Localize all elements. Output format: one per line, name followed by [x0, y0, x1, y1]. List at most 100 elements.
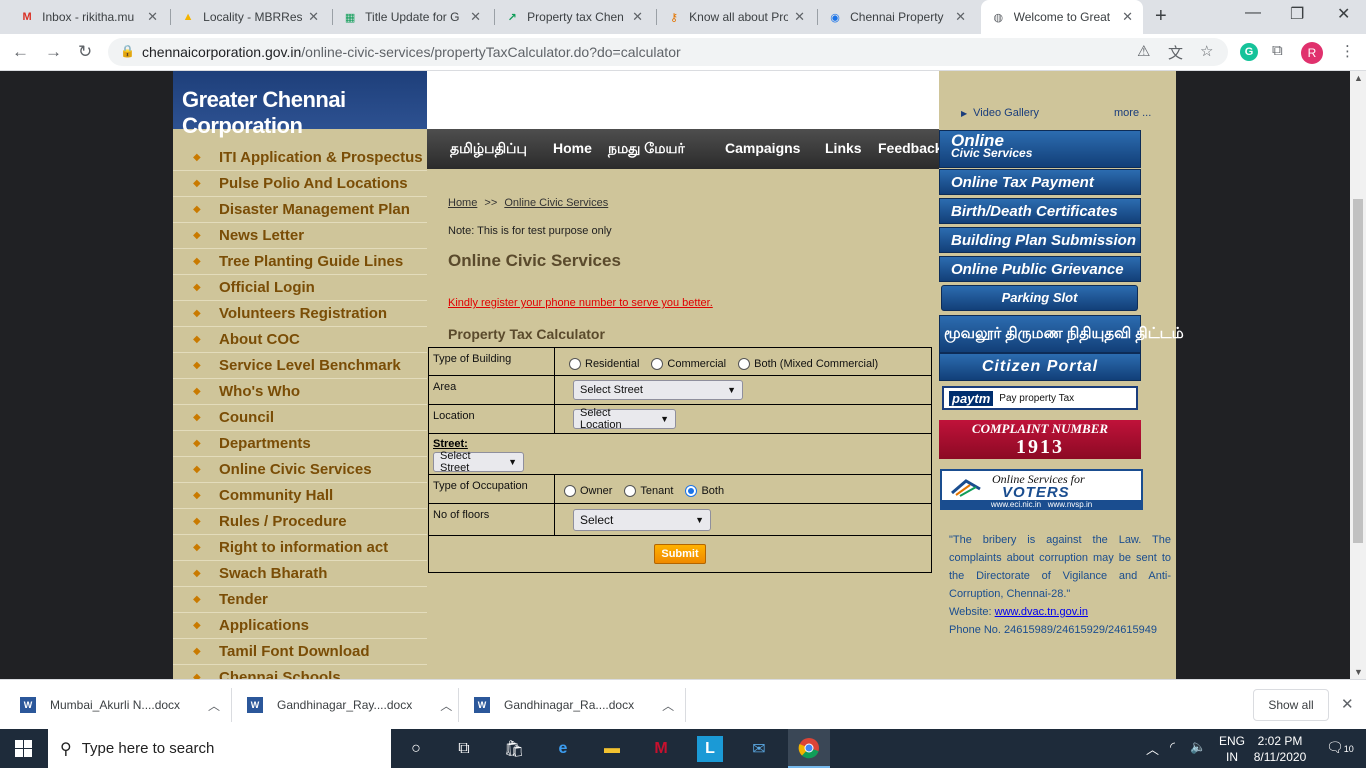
close-tab-icon[interactable]: ✕: [308, 9, 319, 25]
browser-tab[interactable]: ↗ Property tax Chen ✕: [495, 0, 653, 34]
browser-tab[interactable]: M Inbox - rikitha.mu ✕: [10, 0, 168, 34]
area-select[interactable]: Select Street ▼: [573, 380, 743, 400]
floors-select[interactable]: Select ▼: [573, 508, 711, 531]
show-all-button[interactable]: Show all: [1253, 689, 1329, 721]
browser-tab[interactable]: ⚷ Know all about Pro ✕: [657, 0, 815, 34]
close-downloads-icon[interactable]: ✕: [1341, 695, 1354, 713]
tamil-scheme-banner[interactable]: மூவலூர் திருமண நிதியுதவி திட்டம்: [939, 315, 1184, 353]
breadcrumb-home[interactable]: Home: [448, 197, 477, 209]
occupation-radio[interactable]: [564, 485, 576, 497]
register-phone-link[interactable]: Kindly register your phone number to ser…: [448, 297, 713, 309]
left-menu-item[interactable]: ◆ ITI Application & Prospectus: [173, 145, 427, 171]
voters-banner[interactable]: Online Services for VOTERS www.eci.nic.i…: [940, 469, 1143, 510]
close-tab-icon[interactable]: ✕: [1122, 9, 1133, 25]
occupation-radio[interactable]: [624, 485, 637, 497]
extensions-icon[interactable]: ⧉: [1272, 42, 1283, 59]
language-indicator[interactable]: ENG IN: [1219, 733, 1245, 765]
close-tab-icon[interactable]: ✕: [470, 9, 481, 25]
left-menu-item[interactable]: ◆ Tender: [173, 587, 427, 613]
left-menu-item[interactable]: ◆ Who's Who: [173, 379, 427, 405]
nav-item[interactable]: Links: [825, 140, 862, 156]
maximize-icon[interactable]: ❐: [1290, 4, 1304, 24]
paytm-banner[interactable]: paytm Pay property Tax: [942, 386, 1138, 410]
network-icon[interactable]: ◜: [1170, 739, 1175, 755]
nav-item[interactable]: நமது மேயர்: [608, 140, 685, 159]
edge-icon[interactable]: e: [550, 736, 576, 762]
left-menu-item[interactable]: ◆ Swach Bharath: [173, 561, 427, 587]
dvac-website-link[interactable]: www.dvac.tn.gov.in: [995, 606, 1088, 618]
tray-chevron-icon[interactable]: ︿: [1146, 739, 1159, 758]
left-menu-item[interactable]: ◆ Rules / Procedure: [173, 509, 427, 535]
nav-item[interactable]: தமிழ்பதிப்பு: [450, 140, 527, 159]
left-menu-item[interactable]: ◆ Departments: [173, 431, 427, 457]
address-bar[interactable]: 🔒 chennaicorporation.gov.in/online-civic…: [108, 38, 1228, 66]
browser-tab[interactable]: ◍ Welcome to Great ✕: [981, 0, 1143, 34]
building-type-radio[interactable]: [651, 357, 664, 370]
left-menu-item[interactable]: ◆ Chennai Schools: [173, 665, 427, 679]
download-item[interactable]: W Mumbai_Akurli N....docx ︿: [20, 680, 220, 730]
left-menu-item[interactable]: ◆ Community Hall: [173, 483, 427, 509]
task-view-icon[interactable]: ⧉: [451, 736, 477, 762]
left-menu-item[interactable]: ◆ Official Login: [173, 275, 427, 301]
left-menu-item[interactable]: ◆ Right to information act: [173, 535, 427, 561]
left-menu-item[interactable]: ◆ Service Level Benchmark: [173, 353, 427, 379]
nav-item[interactable]: Feedback: [878, 140, 943, 156]
nav-item[interactable]: Home: [553, 140, 592, 156]
right-service-button[interactable]: Building Plan Submission: [939, 227, 1141, 253]
left-menu-item[interactable]: ◆ About COC: [173, 327, 427, 353]
mail-icon[interactable]: ✉: [746, 736, 772, 762]
left-menu-item[interactable]: ◆ Pulse Polio And Locations: [173, 171, 427, 197]
scroll-thumb[interactable]: [1353, 199, 1363, 543]
page-scrollbar[interactable]: ▲ ▼: [1350, 71, 1366, 679]
close-tab-icon[interactable]: ✕: [794, 9, 805, 25]
close-tab-icon[interactable]: ✕: [632, 9, 643, 25]
blocked-content-icon[interactable]: ⚠: [1137, 42, 1150, 60]
store-icon[interactable]: 🛍: [501, 736, 527, 762]
chevron-up-icon[interactable]: ︿: [662, 697, 674, 714]
chrome-taskbar-active[interactable]: [788, 729, 830, 768]
download-item[interactable]: W Gandhinagar_Ray....docx ︿: [247, 680, 452, 730]
parking-slot-button[interactable]: Parking Slot: [941, 285, 1138, 311]
site-logo[interactable]: Greater Chennai Corporation: [173, 71, 427, 138]
chevron-up-icon[interactable]: ︿: [440, 697, 452, 714]
video-gallery-link[interactable]: ▶ Video Gallery: [961, 107, 1039, 119]
mcafee-icon[interactable]: M: [648, 736, 674, 762]
minimize-icon[interactable]: —: [1245, 4, 1261, 22]
left-menu-item[interactable]: ◆ News Letter: [173, 223, 427, 249]
new-tab-button[interactable]: +: [1155, 5, 1167, 28]
nav-item[interactable]: Campaigns: [725, 140, 800, 156]
location-select[interactable]: Select Location ▼: [573, 407, 676, 431]
launcher-l-icon[interactable]: L: [697, 736, 723, 762]
online-civic-services-banner[interactable]: Online Civic Services: [939, 130, 1141, 168]
taskbar-search[interactable]: ⚲ Type here to search: [48, 729, 391, 768]
back-icon[interactable]: ←: [12, 42, 29, 62]
submit-button[interactable]: Submit: [654, 544, 706, 564]
reload-icon[interactable]: ↻: [78, 42, 92, 62]
clock[interactable]: 2:02 PM 8/11/2020: [1252, 733, 1308, 765]
left-menu-item[interactable]: ◆ Volunteers Registration: [173, 301, 427, 327]
street-select[interactable]: Select Street ▼: [433, 450, 524, 474]
occupation-radio[interactable]: [685, 485, 698, 497]
left-menu-item[interactable]: ◆ Disaster Management Plan: [173, 197, 427, 223]
left-menu-item[interactable]: ◆ Online Civic Services: [173, 457, 427, 483]
scroll-down-icon[interactable]: ▼: [1354, 667, 1363, 677]
close-tab-icon[interactable]: ✕: [147, 9, 158, 25]
browser-tab[interactable]: ▲ Locality - MBRRes ✕: [171, 0, 329, 34]
profile-avatar[interactable]: R: [1301, 42, 1323, 64]
scroll-up-icon[interactable]: ▲: [1354, 73, 1363, 83]
right-service-button[interactable]: Online Public Grievance: [939, 256, 1141, 282]
building-type-radio[interactable]: [738, 357, 751, 370]
file-explorer-icon[interactable]: ▬: [599, 736, 625, 762]
cortana-icon[interactable]: ○: [403, 736, 429, 762]
right-service-button[interactable]: Birth/Death Certificates: [939, 198, 1141, 224]
volume-icon[interactable]: 🔈: [1190, 739, 1206, 755]
more-link[interactable]: more ...: [1114, 107, 1151, 119]
bookmark-star-icon[interactable]: ☆: [1200, 42, 1213, 60]
translate-icon[interactable]: 文: [1168, 42, 1183, 63]
left-menu-item[interactable]: ◆ Tree Planting Guide Lines: [173, 249, 427, 275]
menu-kebab-icon[interactable]: ⋮: [1340, 42, 1355, 60]
left-menu-item[interactable]: ◆ Tamil Font Download: [173, 639, 427, 665]
grammarly-extension-icon[interactable]: G: [1240, 43, 1258, 61]
close-window-icon[interactable]: ✕: [1337, 4, 1350, 24]
citizen-portal-button[interactable]: Citizen Portal: [939, 353, 1141, 381]
